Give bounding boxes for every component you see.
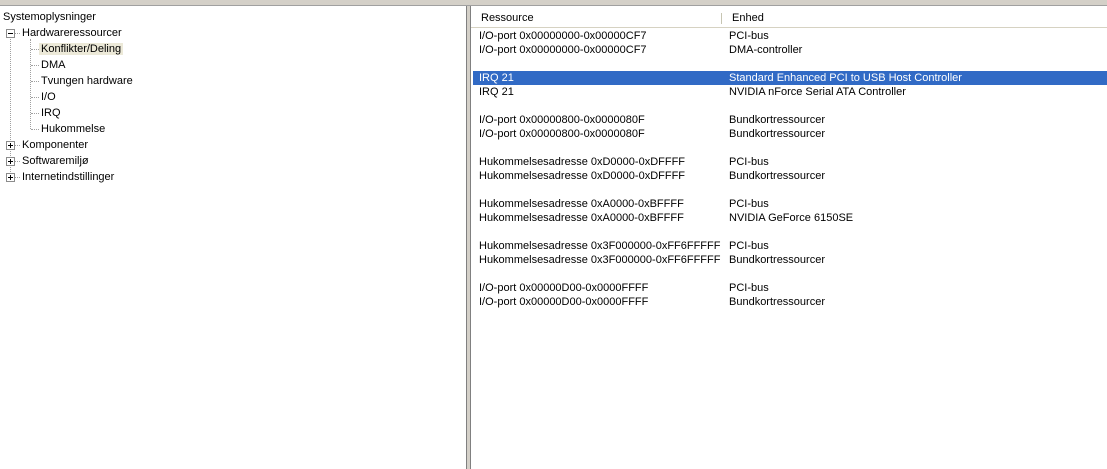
list-row[interactable]: Hukommelsesadresse 0xD0000-0xDFFFF PCI-b… — [473, 155, 1107, 169]
resource-cell: I/O-port 0x00000D00-0x0000FFFF — [479, 296, 649, 308]
resource-cell: IRQ 21 — [479, 72, 514, 84]
device-cell: DMA-controller — [729, 44, 803, 56]
expand-icon[interactable] — [6, 141, 15, 150]
category-tree[interactable]: Systemoplysninger Hardwareressourcer Kon… — [0, 6, 467, 469]
tree-item-software-environment[interactable]: Softwaremiljø — [20, 153, 91, 169]
tree-item-dma[interactable]: DMA — [39, 57, 67, 73]
tree-connector — [31, 81, 39, 82]
resource-list[interactable]: Ressource Enhed I/O-port 0x00000000-0x00… — [471, 6, 1107, 469]
list-row[interactable]: I/O-port 0x00000000-0x00000CF7 PCI-bus — [473, 29, 1107, 43]
collapse-icon[interactable] — [6, 29, 15, 38]
list-row[interactable]: Hukommelsesadresse 0xA0000-0xBFFFF PCI-b… — [473, 197, 1107, 211]
device-cell: Bundkortressourcer — [729, 114, 825, 126]
tree-item-irq[interactable]: IRQ — [39, 105, 63, 121]
list-row[interactable]: I/O-port 0x00000800-0x0000080F Bundkortr… — [473, 113, 1107, 127]
list-row[interactable]: I/O-port 0x00000D00-0x0000FFFF PCI-bus — [473, 281, 1107, 295]
resource-cell: I/O-port 0x00000000-0x00000CF7 — [479, 44, 647, 56]
resource-cell: I/O-port 0x00000800-0x0000080F — [479, 114, 645, 126]
list-row[interactable]: Hukommelsesadresse 0x3F000000-0xFF6FFFFF… — [473, 239, 1107, 253]
list-row[interactable]: Hukommelsesadresse 0xD0000-0xDFFFF Bundk… — [473, 169, 1107, 183]
column-header-resource[interactable]: Ressource — [471, 10, 721, 27]
expand-icon[interactable] — [6, 173, 15, 182]
resource-cell: Hukommelsesadresse 0xD0000-0xDFFFF — [479, 170, 686, 182]
tree-item-internet-settings[interactable]: Internetindstillinger — [20, 169, 116, 185]
list-row[interactable] — [473, 267, 1107, 281]
list-row[interactable] — [473, 225, 1107, 239]
resource-cell: Hukommelsesadresse 0x3F000000-0xFF6FFFFF — [479, 254, 721, 266]
device-cell: Bundkortressourcer — [729, 170, 825, 182]
tree-item-forced-hardware[interactable]: Tvungen hardware — [39, 73, 135, 89]
resource-cell: Hukommelsesadresse 0x3F000000-0xFF6FFFFF — [479, 240, 721, 252]
tree-item-label: Hardwareressourcer — [22, 27, 122, 39]
tree-connector — [31, 113, 39, 114]
resource-cell: I/O-port 0x00000800-0x0000080F — [479, 128, 645, 140]
column-header-device[interactable]: Enhed — [722, 10, 1107, 27]
device-cell: PCI-bus — [729, 240, 769, 252]
device-cell: PCI-bus — [729, 30, 769, 42]
tree-connector — [31, 49, 39, 50]
device-cell: NVIDIA GeForce 6150SE — [729, 212, 854, 224]
tree-connector — [31, 65, 39, 66]
list-row[interactable]: I/O-port 0x00000D00-0x0000FFFF Bundkortr… — [473, 295, 1107, 309]
list-row[interactable] — [473, 57, 1107, 71]
tree-item-label: Komponenter — [22, 139, 89, 151]
list-row[interactable]: Hukommelsesadresse 0x3F000000-0xFF6FFFFF… — [473, 253, 1107, 267]
list-row[interactable] — [473, 141, 1107, 155]
resource-cell: Hukommelsesadresse 0xD0000-0xDFFFF — [479, 156, 686, 168]
tree-item-io[interactable]: I/O — [39, 89, 58, 105]
resource-cell: Hukommelsesadresse 0xA0000-0xBFFFF — [479, 212, 684, 224]
tree-item-label: Konflikter/Deling — [39, 43, 124, 55]
tree-item-label: I/O — [41, 91, 56, 103]
resource-cell: I/O-port 0x00000D00-0x0000FFFF — [479, 282, 649, 294]
list-row[interactable] — [473, 183, 1107, 197]
device-cell: Bundkortressourcer — [729, 296, 825, 308]
device-cell: PCI-bus — [729, 156, 769, 168]
tree-connector — [30, 39, 31, 129]
list-row[interactable]: I/O-port 0x00000800-0x0000080F Bundkortr… — [473, 127, 1107, 141]
list-row-selected[interactable]: IRQ 21 Standard Enhanced PCI to USB Host… — [473, 71, 1107, 85]
resource-cell: Hukommelsesadresse 0xA0000-0xBFFFF — [479, 198, 684, 210]
tree-item-system-info[interactable]: Systemoplysninger — [1, 9, 98, 25]
tree-item-label: Systemoplysninger — [3, 11, 96, 23]
tree-connector — [31, 97, 39, 98]
device-cell: Bundkortressourcer — [729, 254, 825, 266]
tree-item-label: Internetindstillinger — [22, 171, 115, 183]
tree-item-label: Tvungen hardware — [41, 75, 133, 87]
tree-item-hardware-resources[interactable]: Hardwareressourcer — [20, 25, 124, 41]
device-cell: PCI-bus — [729, 198, 769, 210]
resource-cell: I/O-port 0x00000000-0x00000CF7 — [479, 30, 647, 42]
list-row[interactable]: I/O-port 0x00000000-0x00000CF7 DMA-contr… — [473, 43, 1107, 57]
tree-item-components[interactable]: Komponenter — [20, 137, 90, 153]
device-cell: Bundkortressourcer — [729, 128, 825, 140]
tree-item-conflicts-sharing[interactable]: Konflikter/Deling — [39, 41, 124, 57]
device-cell: PCI-bus — [729, 282, 769, 294]
list-row[interactable] — [473, 99, 1107, 113]
resource-cell: IRQ 21 — [479, 86, 514, 98]
tree-item-memory[interactable]: Hukommelse — [39, 121, 107, 137]
tree-item-label: Hukommelse — [41, 123, 106, 135]
tree-connector — [31, 129, 39, 130]
expand-icon[interactable] — [6, 157, 15, 166]
list-header: Ressource Enhed — [471, 10, 1107, 28]
device-cell: Standard Enhanced PCI to USB Host Contro… — [729, 72, 962, 84]
tree-item-label: DMA — [41, 59, 66, 71]
list-row[interactable]: IRQ 21 NVIDIA nForce Serial ATA Controll… — [473, 85, 1107, 99]
tree-item-label: IRQ — [41, 107, 61, 119]
tree-item-label: Softwaremiljø — [22, 155, 89, 167]
list-row[interactable]: Hukommelsesadresse 0xA0000-0xBFFFF NVIDI… — [473, 211, 1107, 225]
device-cell: NVIDIA nForce Serial ATA Controller — [729, 86, 906, 98]
